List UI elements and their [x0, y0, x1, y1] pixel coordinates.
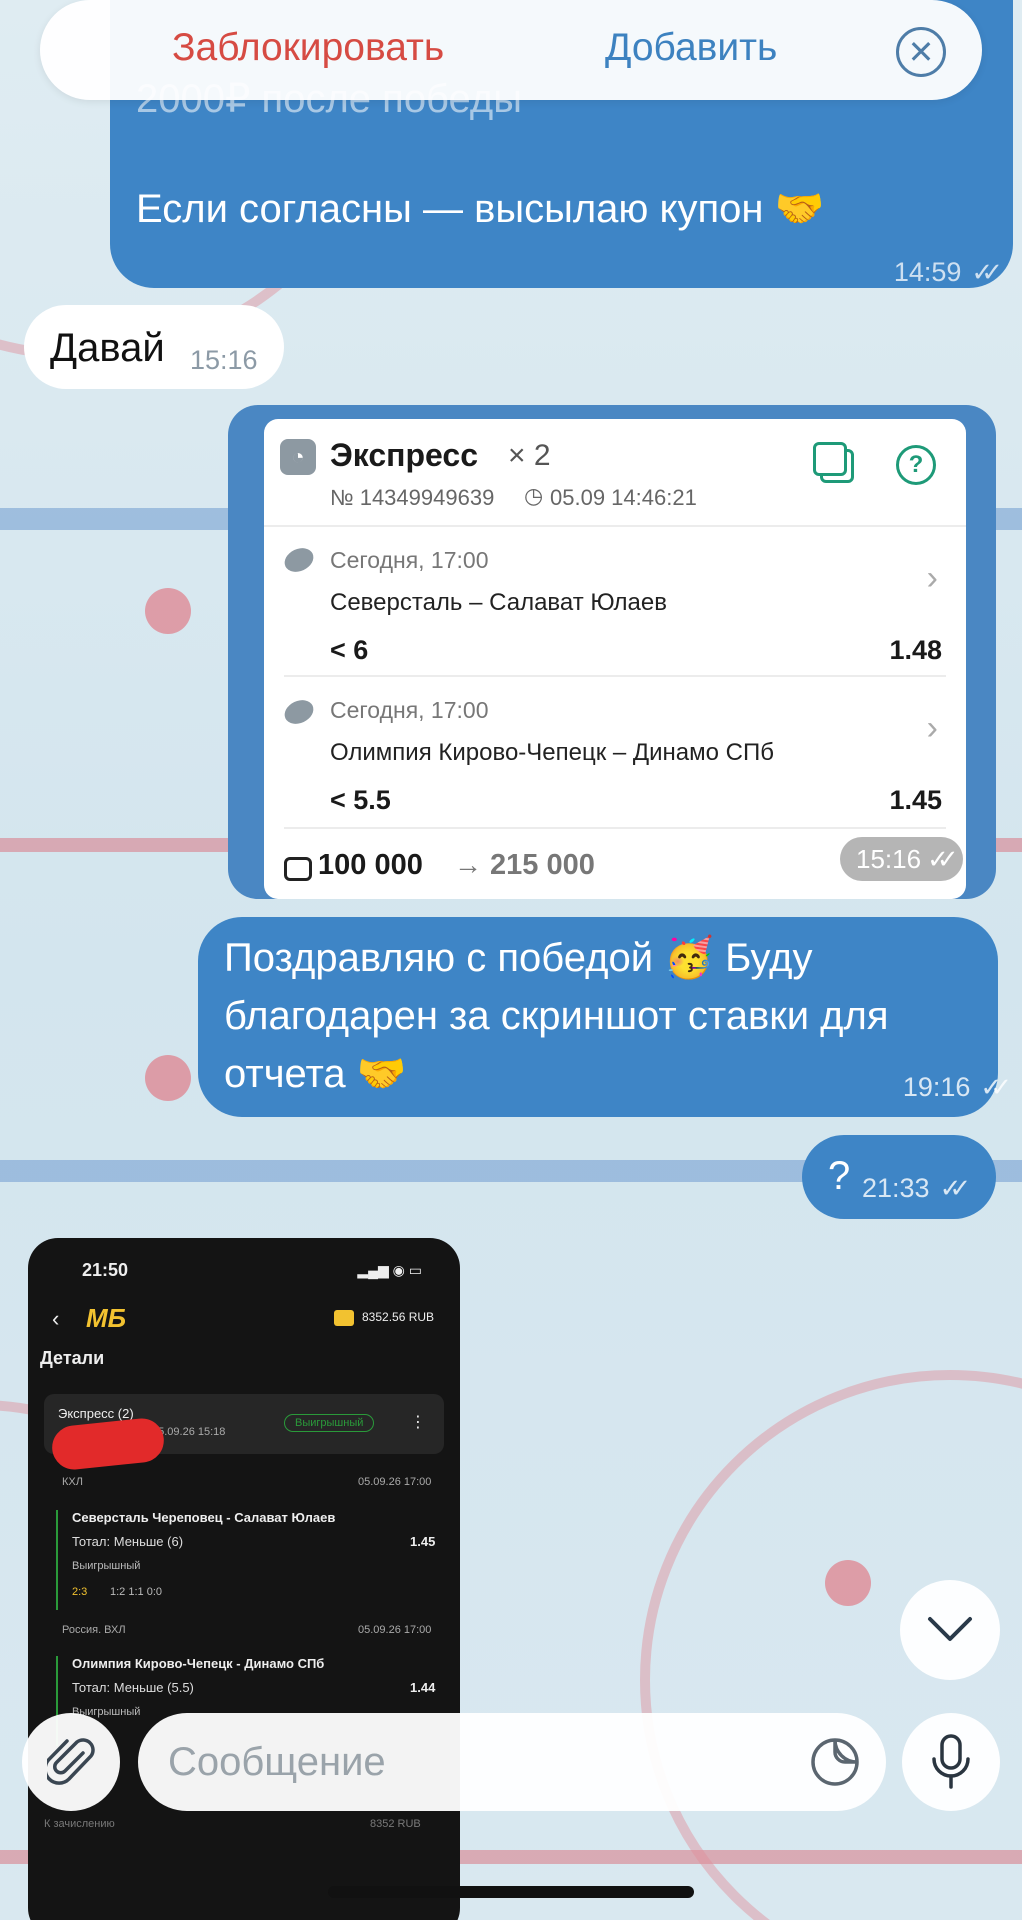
microphone-icon [932, 1734, 970, 1789]
leg-odds: 1.48 [889, 635, 942, 665]
leg-market: Тотал: Меньше (5.5) [72, 1680, 194, 1695]
leg-status: Выигрышный [72, 1560, 141, 1572]
wallet-icon [334, 1310, 354, 1326]
clock-icon: ◔ [280, 439, 316, 475]
read-checkmarks-icon: ✓✓ [971, 257, 1002, 287]
screenshot-balance: 8352.56 RUB [362, 1310, 435, 1324]
coupon-multiplier: × 2 [508, 439, 551, 472]
leg-match: Северсталь – Салават Юлаев [330, 589, 667, 616]
help-icon[interactable]: ? [896, 445, 936, 485]
more-icon: ⋮ [410, 1414, 426, 1431]
message-text: Поздравляю с победой 🥳 Буду благодарен з… [224, 936, 889, 1096]
sticker-icon[interactable] [808, 1735, 862, 1789]
leg-odds: 1.45 [410, 1534, 436, 1549]
wallet-icon [284, 857, 312, 881]
leg-selection: < 5.5 [330, 785, 391, 815]
arrow-right-icon: → [454, 849, 482, 880]
leg-match: Олимпия Кирово-Чепецк – Динамо СПб [330, 739, 774, 766]
coupon-datetime: 05.09 14:46:21 [550, 485, 697, 510]
back-icon: ‹ [52, 1306, 60, 1331]
close-icon[interactable]: ✕ [896, 27, 946, 77]
copy-icon[interactable] [813, 442, 854, 483]
read-checkmarks-icon: ✓✓ [939, 1173, 971, 1203]
bookmaker-logo: МБ [86, 1303, 127, 1333]
leg-match: Северсталь Череповец - Салават Юлаев [72, 1510, 336, 1525]
bet-coupon-message[interactable]: ◔ Экспресс × 2 № 14349949639 ◷ 05.09 14:… [228, 405, 996, 899]
scroll-down-button[interactable] [900, 1580, 1000, 1680]
chevron-right-icon: › [926, 559, 938, 597]
puck-icon [280, 543, 318, 577]
block-button[interactable]: Заблокировать [172, 26, 444, 70]
message-time-value: 15:16 [856, 843, 922, 874]
leg-date: 05.09.26 17:00 [358, 1476, 432, 1488]
coupon-ticket-number: № 14349949639 [330, 485, 495, 510]
message-text: ? [828, 1154, 851, 1198]
leg-score: 2:3 [72, 1586, 88, 1598]
screenshot-details-title: Детали [40, 1348, 105, 1368]
screenshot-bet-title: Экспресс (2) [58, 1406, 134, 1421]
message-meta: 14:59 ✓✓ [893, 243, 1003, 301]
leg-odds: 1.44 [410, 1680, 436, 1695]
message-time: 19:16 [902, 1072, 971, 1102]
credit-label: К зачислению [44, 1818, 115, 1830]
unknown-contact-banner: Заблокировать Добавить ✕ [40, 0, 982, 100]
message-time: 14:59 [893, 257, 962, 287]
message-text: Если согласны — высылаю купон 🤝 [136, 187, 825, 231]
leg-odds: 1.45 [889, 785, 942, 815]
coupon-payout: 215 000 [490, 849, 595, 881]
bet-screenshot-image[interactable]: 21:50 ▂▄▆ ◉ ▭ ‹ МБ 8352.56 RUB Детали Эк… [28, 1238, 460, 1920]
message-time: 15:16 ✓✓ [840, 837, 963, 881]
message-meta: 19:16 ✓✓ [902, 1072, 1012, 1103]
credit-value: 8352 RUB [370, 1818, 421, 1830]
home-indicator[interactable] [328, 1886, 694, 1898]
leg-time: Сегодня, 17:00 [330, 547, 489, 573]
status-icons: ▂▄▆ ◉ ▭ [357, 1262, 422, 1278]
outgoing-message[interactable]: Поздравляю с победой 🥳 Буду благодарен з… [198, 917, 998, 1117]
puck-icon [280, 695, 318, 729]
message-text: Давай [50, 326, 165, 370]
message-time: 21:33 [862, 1173, 930, 1203]
read-checkmarks-icon: ✓✓ [980, 1072, 1011, 1102]
coupon-stake: 100 000 [318, 849, 423, 881]
voice-message-button[interactable] [902, 1713, 1000, 1811]
read-checkmarks-icon: ✓✓ [927, 843, 958, 874]
leg-time: Сегодня, 17:00 [330, 697, 489, 723]
chevron-right-icon: › [926, 709, 938, 747]
league-label: Россия. ВХЛ [62, 1624, 126, 1636]
leg-match: Олимпия Кирово-Чепецк - Динамо СПб [72, 1656, 325, 1671]
message-composer [138, 1713, 886, 1811]
status-badge: Выигрышный [284, 1414, 375, 1432]
leg-date: 05.09.26 17:00 [358, 1624, 432, 1636]
chevron-down-icon [928, 1617, 972, 1641]
message-time: 15:16 [190, 345, 258, 375]
coupon-title: Экспресс [330, 437, 478, 473]
message-input[interactable] [168, 1735, 788, 1789]
attach-button[interactable] [22, 1713, 120, 1811]
leg-selection: < 6 [330, 635, 369, 665]
paperclip-icon [47, 1738, 95, 1785]
bet-coupon-card: ◔ Экспресс × 2 № 14349949639 ◷ 05.09 14:… [264, 419, 966, 899]
add-contact-button[interactable]: Добавить [605, 26, 777, 70]
message-meta: 21:33 ✓✓ [862, 1173, 971, 1204]
leg-market: Тотал: Меньше (6) [72, 1534, 184, 1549]
screenshot-status-time: 21:50 [82, 1260, 129, 1280]
leg-periods: 1:2 1:1 0:0 [110, 1586, 162, 1598]
clock-icon: ◷ [524, 483, 544, 508]
league-label: КХЛ [62, 1476, 83, 1488]
